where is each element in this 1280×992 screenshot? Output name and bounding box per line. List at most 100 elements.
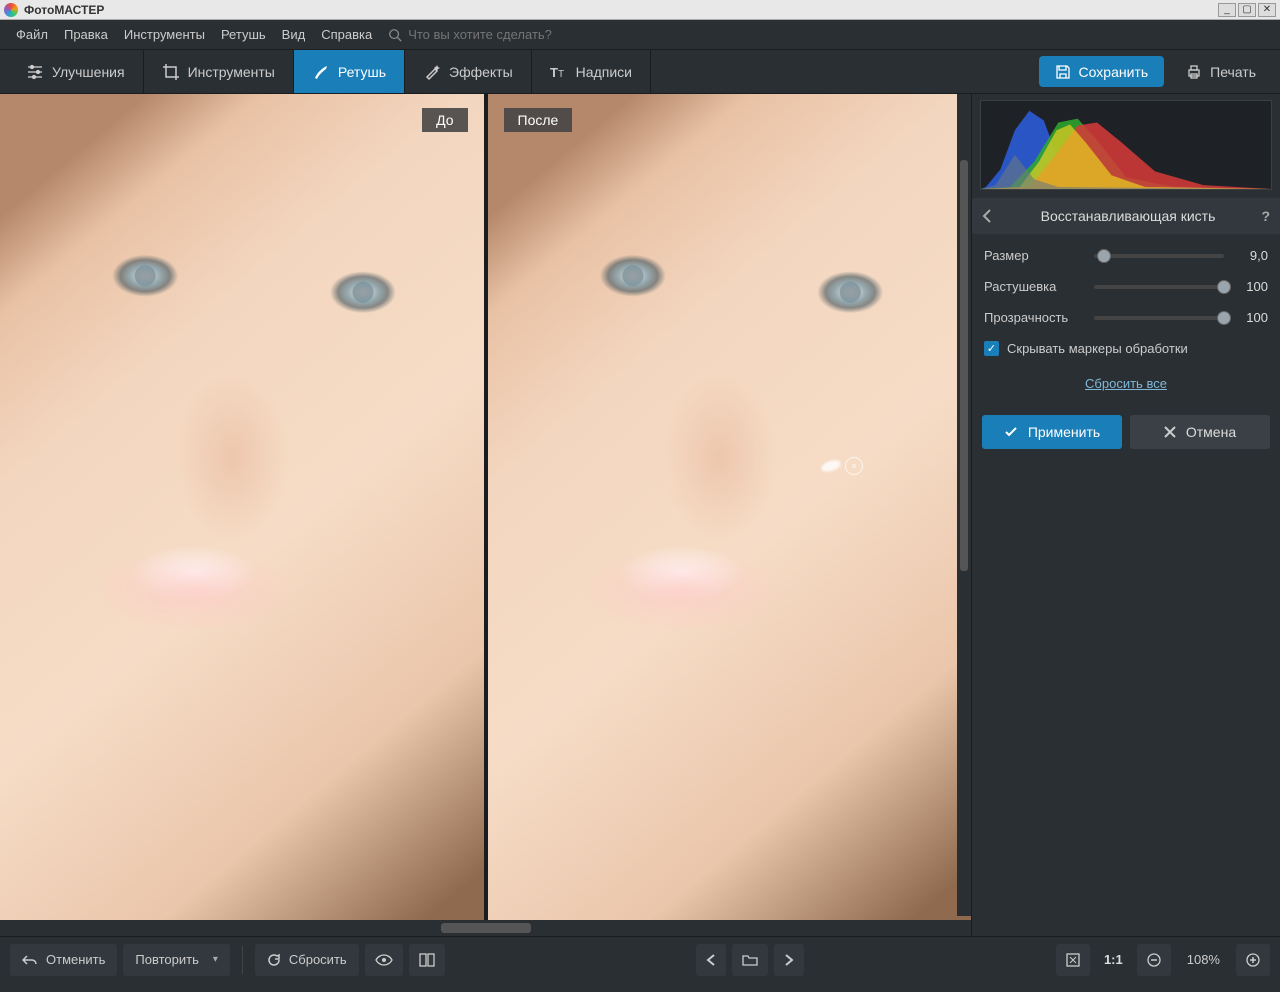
panel-title: Восстанавливающая кисть — [1004, 208, 1252, 224]
preview-toggle-button[interactable] — [365, 944, 403, 976]
redo-button[interactable]: Повторить — [123, 944, 229, 976]
control-opacity: Прозрачность 100 — [984, 310, 1268, 325]
feather-value: 100 — [1234, 279, 1268, 294]
control-feather: Растушевка 100 — [984, 279, 1268, 294]
reset-button[interactable]: Сбросить — [255, 944, 359, 976]
menu-help[interactable]: Справка — [313, 27, 380, 42]
menu-view[interactable]: Вид — [274, 27, 314, 42]
menu-edit[interactable]: Правка — [56, 27, 116, 42]
previous-image-button[interactable] — [696, 944, 726, 976]
after-pane[interactable]: После — [488, 94, 972, 920]
feather-label: Растушевка — [984, 279, 1084, 294]
menu-bar: Файл Правка Инструменты Ретушь Вид Справ… — [0, 20, 1280, 50]
before-pane[interactable]: До — [0, 94, 484, 920]
hide-markers-label: Скрывать маркеры обработки — [1007, 341, 1188, 356]
plus-icon — [1246, 953, 1260, 967]
window-titlebar: ФотоМАСТЕР _ ▢ ✕ — [0, 0, 1280, 20]
print-label: Печать — [1210, 64, 1256, 80]
chevron-left-icon — [706, 954, 716, 966]
browse-folder-button[interactable] — [732, 944, 768, 976]
menu-retouch[interactable]: Ретушь — [213, 27, 274, 42]
svg-text:T: T — [550, 65, 558, 80]
hide-markers-row: ✓ Скрывать маркеры обработки — [984, 341, 1268, 356]
control-size: Размер 9,0 — [984, 248, 1268, 263]
tab-label: Улучшения — [52, 64, 125, 80]
tab-enhance[interactable]: Улучшения — [8, 50, 144, 93]
back-button[interactable] — [982, 209, 1004, 223]
canvas-area: До После — [0, 94, 971, 936]
crop-icon — [162, 63, 180, 81]
zoom-actual-button[interactable]: 1:1 — [1096, 952, 1131, 967]
horizontal-scrollbar[interactable] — [0, 920, 971, 936]
brush-icon — [312, 63, 330, 81]
feather-slider[interactable] — [1094, 285, 1224, 289]
search-icon — [388, 28, 402, 42]
after-label: После — [504, 108, 573, 132]
apply-button[interactable]: Применить — [982, 415, 1122, 449]
save-label: Сохранить — [1079, 64, 1149, 80]
tab-retouch[interactable]: Ретушь — [294, 50, 405, 93]
chevron-left-icon — [982, 209, 992, 223]
before-label: До — [422, 108, 467, 132]
app-logo-icon — [4, 3, 18, 17]
photo-before — [0, 94, 484, 920]
tab-label: Ретушь — [338, 64, 386, 80]
chevron-right-icon — [784, 954, 794, 966]
bottom-bar: Отменить Повторить Сбросить 1:1 108% — [0, 936, 1280, 982]
menu-tools[interactable]: Инструменты — [116, 27, 213, 42]
close-icon — [1164, 426, 1176, 438]
tab-label: Надписи — [576, 64, 632, 80]
save-button[interactable]: Сохранить — [1039, 56, 1165, 87]
vertical-scrollbar[interactable] — [957, 94, 971, 916]
hide-markers-checkbox[interactable]: ✓ — [984, 341, 999, 356]
apply-label: Применить — [1028, 424, 1100, 440]
window-close-button[interactable]: ✕ — [1258, 3, 1276, 17]
size-slider[interactable] — [1094, 254, 1224, 258]
tab-label: Эффекты — [449, 64, 513, 80]
undo-icon — [22, 954, 38, 966]
minus-icon — [1147, 953, 1161, 967]
tab-text[interactable]: TT Надписи — [532, 50, 651, 93]
sparkle-icon — [423, 63, 441, 81]
undo-button[interactable]: Отменить — [10, 944, 117, 976]
compare-toggle-button[interactable] — [409, 944, 445, 976]
undo-label: Отменить — [46, 952, 105, 967]
fit-screen-button[interactable] — [1056, 944, 1090, 976]
histogram — [980, 100, 1272, 190]
opacity-value: 100 — [1234, 310, 1268, 325]
menu-file[interactable]: Файл — [8, 27, 56, 42]
next-image-button[interactable] — [774, 944, 804, 976]
text-icon: TT — [550, 63, 568, 81]
help-button[interactable]: ? — [1252, 208, 1270, 224]
check-icon — [1004, 425, 1018, 439]
reset-all-link[interactable]: Сбросить все — [984, 376, 1268, 391]
zoom-in-button[interactable] — [1236, 944, 1270, 976]
size-value: 9,0 — [1234, 248, 1268, 263]
cancel-label: Отмена — [1186, 424, 1236, 440]
print-icon — [1186, 64, 1202, 80]
search-input[interactable] — [408, 27, 608, 42]
save-icon — [1055, 64, 1071, 80]
photo-after — [488, 94, 972, 920]
right-panel: Восстанавливающая кисть ? Размер 9,0 Рас… — [971, 94, 1280, 936]
opacity-slider[interactable] — [1094, 316, 1224, 320]
folder-icon — [742, 954, 758, 966]
opacity-label: Прозрачность — [984, 310, 1084, 325]
cancel-button[interactable]: Отмена — [1130, 415, 1270, 449]
window-maximize-button[interactable]: ▢ — [1238, 3, 1256, 17]
size-label: Размер — [984, 248, 1084, 263]
panel-header: Восстанавливающая кисть ? — [972, 198, 1280, 234]
eye-icon — [375, 954, 393, 966]
zoom-out-button[interactable] — [1137, 944, 1171, 976]
print-button[interactable]: Печать — [1170, 56, 1272, 87]
sliders-icon — [26, 63, 44, 81]
svg-text:T: T — [558, 69, 564, 80]
tab-effects[interactable]: Эффекты — [405, 50, 532, 93]
tab-tools[interactable]: Инструменты — [144, 50, 294, 93]
window-minimize-button[interactable]: _ — [1218, 3, 1236, 17]
fit-icon — [1066, 953, 1080, 967]
app-title: ФотоМАСТЕР — [24, 3, 1218, 17]
tab-label: Инструменты — [188, 64, 275, 80]
reset-label: Сбросить — [289, 952, 347, 967]
main-toolbar: Улучшения Инструменты Ретушь Эффекты TT … — [0, 50, 1280, 94]
